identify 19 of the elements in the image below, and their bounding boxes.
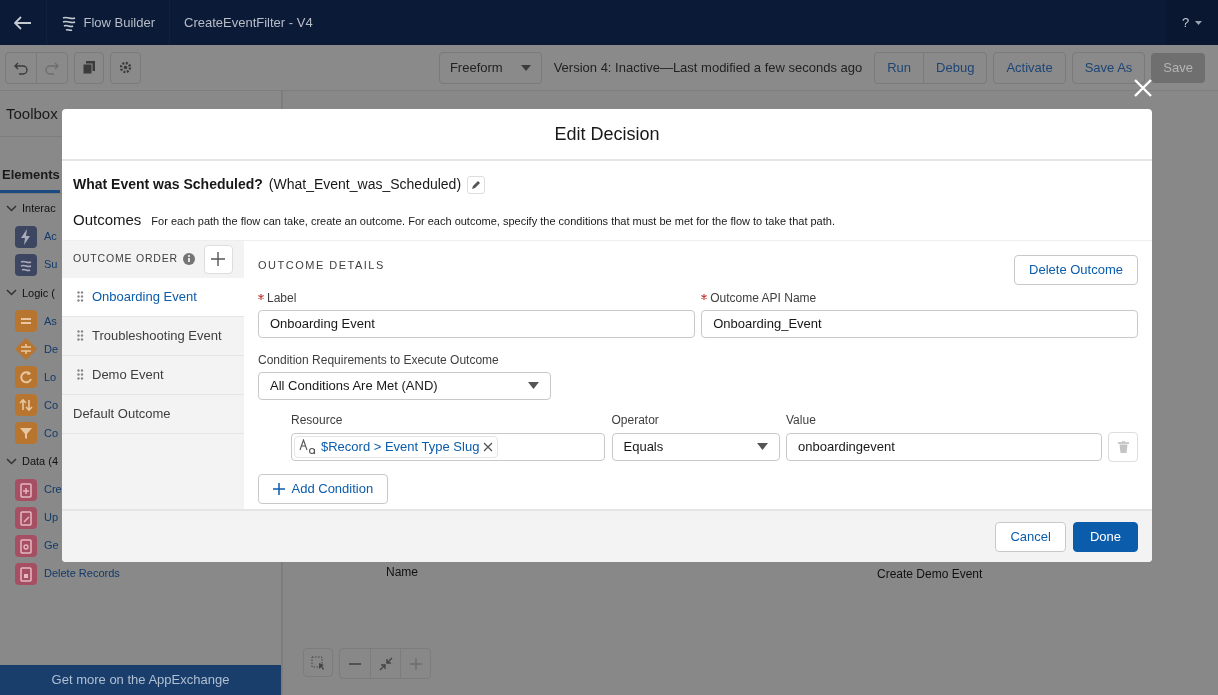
field-label: Value: [786, 411, 817, 429]
node-label: Name: [386, 564, 418, 581]
app-title: Flow Builder: [83, 13, 156, 32]
resource-pill: $Record > Event Type Slug: [294, 435, 499, 458]
element-label: What Event was Scheduled?: [73, 175, 263, 194]
node-label: Create Demo Event: [877, 566, 983, 583]
section-heading: Outcomes: [73, 210, 142, 230]
field-label: Resource: [291, 411, 344, 429]
column-heading: OUTCOME DETAILS: [258, 257, 385, 273]
modal-title: Edit Decision: [62, 109, 1152, 161]
field-label: Outcome API Name: [701, 288, 1138, 307]
flow-name: CreateEventFilter - V4: [184, 13, 313, 32]
api-name: (What_Event_was_Scheduled): [268, 175, 462, 194]
field-label: Condition Requirements to Execute Outcome: [258, 351, 500, 369]
field-label: Operator: [611, 411, 660, 429]
help-text: For each path the flow can take, create an outcome. For each outcome, specify the conditions that must be met for the flow to take that path.: [151, 214, 835, 229]
field-label: Label: [258, 288, 695, 307]
column-heading: OUTCOME ORDER: [73, 251, 178, 267]
version-status: Version 4: Inactive—Last modified a few seconds ago: [553, 58, 863, 77]
